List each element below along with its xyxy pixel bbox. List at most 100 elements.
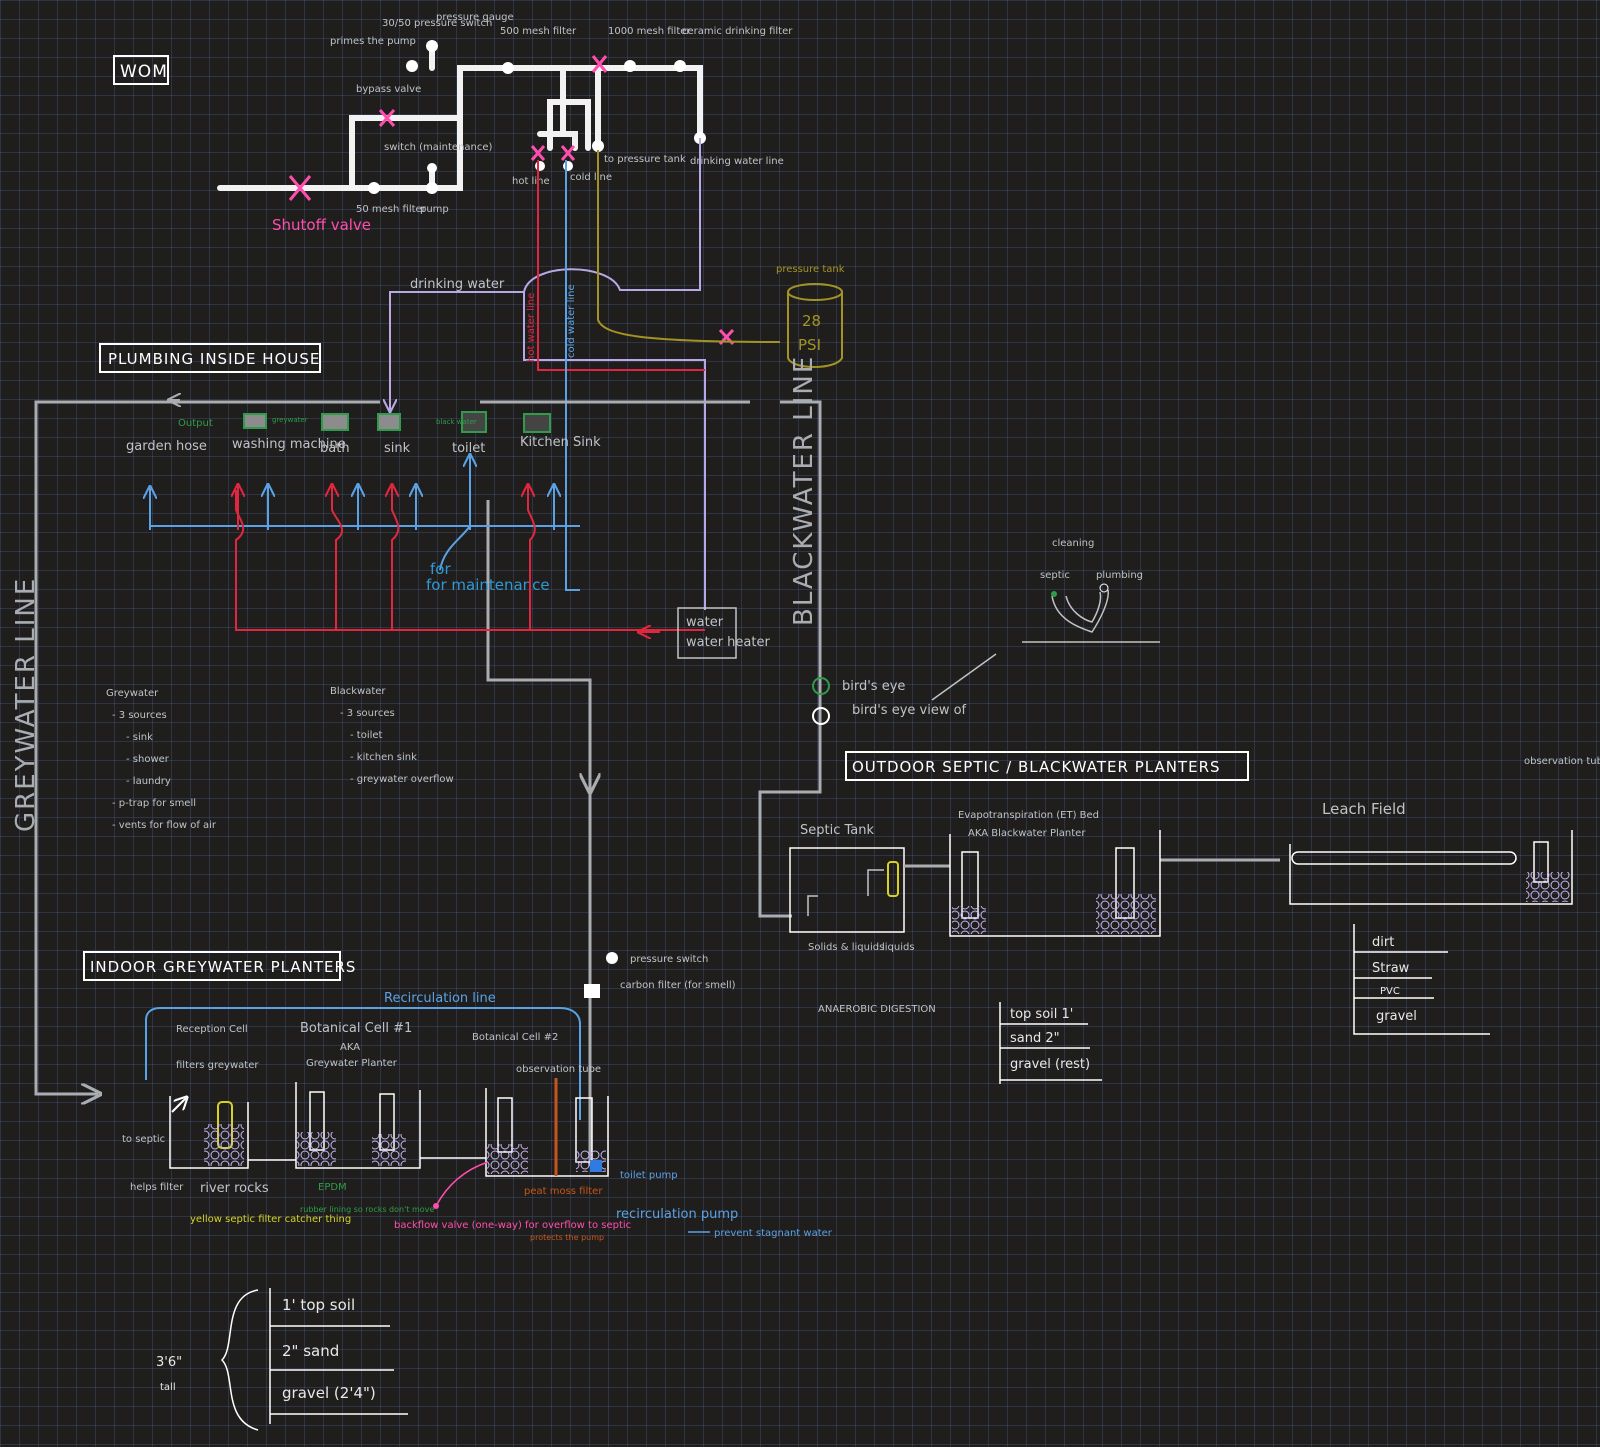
label-anaerobic: ANAEROBIC DIGESTION [818,1004,936,1015]
septic-filter [887,861,899,897]
cell1-rocks-2 [372,1134,406,1166]
label-drinking-water-line: drinking water line [690,156,784,167]
label-water-heater-1: water [686,615,724,630]
note-gw-line-2: - shower [126,754,170,765]
label-septic-tank: Septic Tank [800,823,874,838]
fixture-kitchen-sink: Kitchen Sink [520,435,601,450]
label-hot-water-line: hot water line [526,293,537,362]
label-observation-tube-indoor: observation tube [516,1064,601,1075]
outdoor-title: OUTDOOR SEPTIC / BLACKWATER PLANTERS [852,758,1221,776]
label-mesh500: 500 mesh filter [500,26,577,37]
note-bw-line-2: - kitchen sink [350,752,417,763]
shutoff-x-marks [288,55,735,346]
label-birds-eye: bird's eye [842,679,905,694]
label-epdm-note: rubber lining so rocks don't move [300,1205,434,1214]
indoor-layer-1: 2" sand [282,1342,339,1360]
et-layer-0: top soil 1' [1010,1007,1073,1022]
blackwater-pipe [480,400,822,918]
label-pressure-gauge: pressure gauge [436,12,514,23]
label-to-pressure-tank: to pressure tank [604,154,686,165]
et-rocks-1 [952,906,986,934]
leach-layer-3: gravel [1376,1009,1417,1024]
label-septic: septic [1040,570,1070,581]
greywater-line-label: GREYWATER LINE [11,577,41,832]
label-et-aka: AKA Blackwater Planter [968,828,1086,839]
leach-layer-0: dirt [1372,935,1394,950]
blackwater-riser [486,500,590,790]
label-reception-cell: Reception Cell [176,1024,248,1035]
height-brace [220,1289,259,1431]
label-pressure-tank: pressure tank [776,264,845,275]
label-cell1-aka: AKA [340,1042,360,1053]
notes: Greywater - 3 sources - sink - shower - … [106,686,454,831]
label-carbon-filter: carbon filter (for smell) [620,980,736,991]
leach-layer-1: Straw [1372,961,1410,976]
label-tall: tall [160,1382,176,1393]
indoor-layer-0: 1' top soil [282,1296,355,1314]
indoor-title: INDOOR GREYWATER PLANTERS [90,958,356,976]
label-leach-field: Leach Field [1322,800,1406,818]
label-water-heater: water heater [686,635,770,650]
label-cold-line: cold line [570,172,612,183]
label-plumbing-small: plumbing [1096,570,1143,581]
label-recirculation: Recirculation line [384,991,496,1006]
label-liquids: liquids [882,942,915,953]
note-gw-line-4: - p-trap for smell [112,798,196,809]
label-switch-maint: switch (maintenance) [384,142,493,153]
reception-inflow-arrow [171,1098,186,1113]
birds-eye-pointer [931,653,997,701]
blackwater-line-label: BLACKWATER LINE [789,355,819,626]
label-solids: Solids & liquids [808,942,884,953]
birds-eye-sketch [1022,589,1160,643]
carbon-filter-node [584,984,600,998]
note-gw-line-5: - vents for flow of air [112,820,217,831]
et-rocks-2 [1096,894,1156,934]
label-observation-tube-outdoor: observation tube [1524,756,1600,767]
note-bw-line-1: - toilet [350,730,383,741]
leach-rocks [1526,872,1570,902]
label-greywater-tag: greywater [272,416,308,424]
wom-section: WOM primes the pump 30/50 pressure switc… [113,12,793,346]
et-layer-2: gravel (rest) [1010,1057,1090,1072]
et-layer-1: sand 2" [1010,1031,1060,1046]
label-peat-note: protects the pump [530,1233,604,1242]
recirculation-pump [590,1160,602,1172]
label-view-of: bird's eye view of [852,703,967,718]
wom-title: WOM [120,62,168,82]
birds-eye-white-dot [1099,583,1109,593]
label-pump: pump [420,204,449,215]
label-pressure-switch: pressure switch [630,954,708,965]
cell2-observation-tube [497,1097,513,1153]
label-output: Output [178,418,213,429]
fixture-bath: bath [320,441,350,456]
label-mesh1000: 1000 mesh filter [608,26,691,37]
label-helps-filter: helps filter [130,1182,184,1193]
birds-eye: cleaning septic plumbing bird's eye bird… [812,538,1160,725]
septic-tank-box [789,847,905,933]
leach-layer-2: PVC [1380,986,1400,997]
septic-outlet [867,869,884,896]
note-gw-line-0: - 3 sources [112,710,167,721]
greywater-pipe [34,400,380,1094]
birds-eye-green-dot [1051,591,1057,597]
label-height: 3'6" [156,1355,182,1370]
reception-rocks [204,1124,244,1166]
label-toilet-pump: toilet pump [620,1170,678,1181]
label-cell2: Botanical Cell #2 [472,1032,558,1043]
label-drinking-water: drinking water [410,277,505,292]
label-recirc-pump: recirculation pump [616,1207,738,1222]
label-peat-moss: peat moss filter [524,1186,603,1197]
pressure-switch-node [606,952,618,964]
label-shutoff-valve: Shutoff valve [272,216,371,234]
note-bw-line-0: - 3 sources [340,708,395,719]
note-gw-line-3: - laundry [126,776,171,787]
fixture-garden-hose: garden hose [126,439,207,454]
cell1-rocks-1 [296,1132,336,1166]
label-for-maintenance: for maintenance [426,576,550,594]
diagram-canvas: WOM primes the pump 30/50 pressure switc… [11,12,1600,1431]
label-cell1: Botanical Cell #1 [300,1021,412,1036]
label-epdm: EPDM [318,1182,347,1193]
note-greywater-title: Greywater [106,688,159,699]
note-blackwater-title: Blackwater [330,686,386,697]
pressure-tank-unit: PSI [798,336,821,354]
